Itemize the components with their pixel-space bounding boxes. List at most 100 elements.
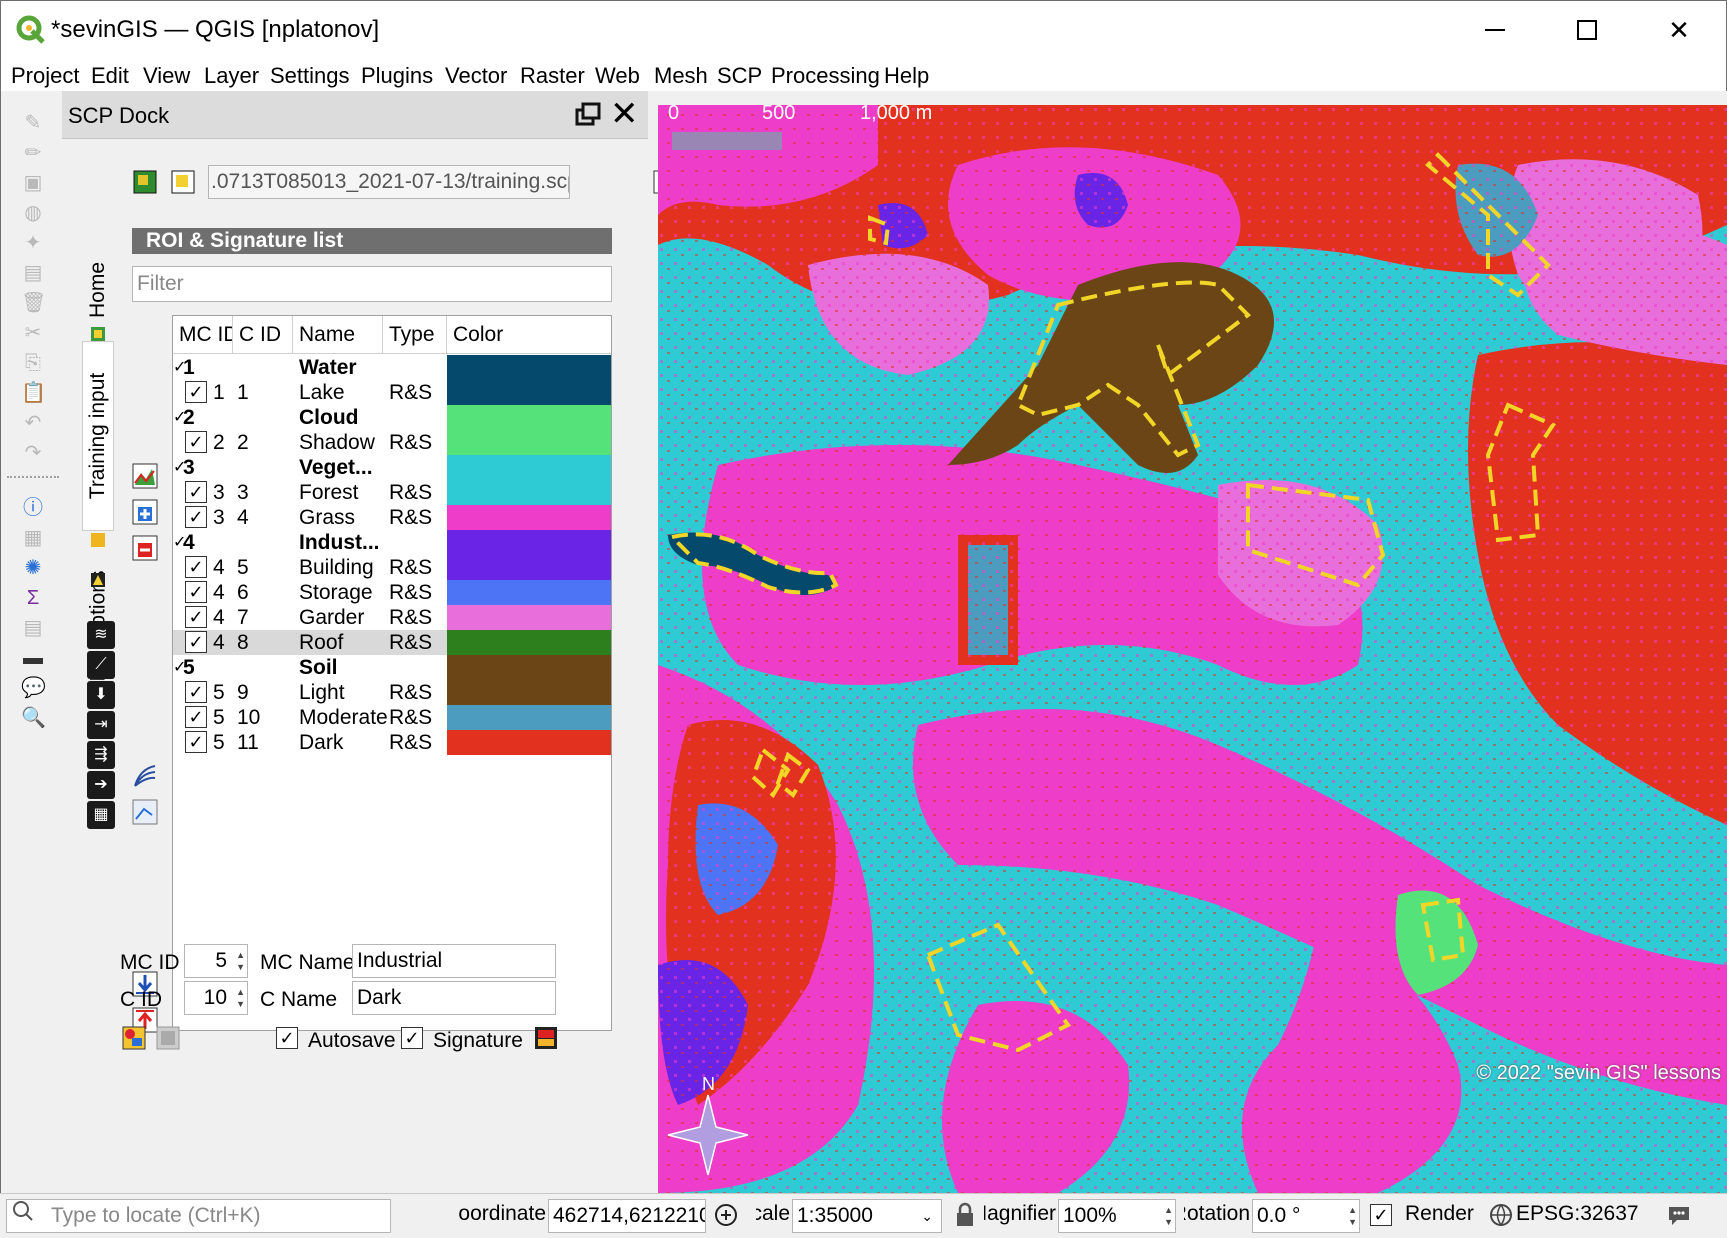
macroclass-name-cell[interactable]: Water — [299, 355, 357, 380]
coordinate-field[interactable]: 462714,6212210 — [548, 1199, 706, 1233]
color-swatch[interactable] — [447, 680, 611, 705]
postprocessing-icon[interactable]: ➔ — [87, 771, 115, 799]
statistics-icon[interactable]: ▤ — [21, 616, 45, 640]
class-checkbox[interactable]: ✓ — [185, 381, 207, 403]
color-swatch[interactable] — [447, 380, 611, 405]
color-swatch[interactable] — [447, 605, 611, 630]
locator-search-input[interactable]: Type to locate (Ctrl+K) — [6, 1199, 391, 1233]
band-processing-icon[interactable]: ⇶ — [87, 741, 115, 769]
class-row[interactable]: ✓ 5 11 Dark R&S — [173, 730, 611, 755]
paste-features-icon[interactable]: 📋 — [21, 381, 46, 405]
signature-checkbox[interactable]: ✓ — [401, 1027, 423, 1049]
class-row[interactable]: ✓ 1 1 Lake R&S — [173, 380, 611, 405]
menu-scp[interactable]: SCP — [717, 61, 762, 91]
menu-vector[interactable]: Vector — [445, 61, 507, 91]
merge-signatures-icon[interactable] — [132, 499, 158, 525]
undo-save-roi-icon[interactable] — [156, 1026, 180, 1050]
new-training-file-icon[interactable] — [132, 169, 158, 195]
class-name-cell[interactable]: Lake — [299, 380, 387, 405]
map-canvas[interactable]: N — [658, 105, 1727, 1193]
crs-globe-icon[interactable] — [1488, 1202, 1514, 1228]
class-row[interactable]: ✓ 3 4 Grass R&S — [173, 505, 611, 530]
vertex-tool-icon[interactable]: ✦ — [21, 231, 45, 255]
color-swatch[interactable] — [447, 480, 611, 505]
save-roi-icon[interactable] — [122, 1026, 146, 1050]
current-edits-icon[interactable]: ✎ — [21, 111, 45, 135]
menu-plugins[interactable]: Plugins — [361, 61, 433, 91]
macroclass-row[interactable]: ✓ 4 Indust... — [173, 530, 611, 555]
class-row[interactable]: ✓ 5 9 Light R&S — [173, 680, 611, 705]
class-checkbox[interactable]: ✓ — [185, 581, 207, 603]
menu-processing[interactable]: Processing — [771, 61, 880, 91]
messages-icon[interactable] — [1666, 1202, 1692, 1228]
class-name-cell[interactable]: Shadow — [299, 430, 387, 455]
class-name-cell[interactable]: Storage — [299, 580, 387, 605]
macroclass-row[interactable]: ✓ 1 Water — [173, 355, 611, 380]
color-swatch[interactable] — [447, 580, 611, 605]
render-checkbox[interactable]: ✓ — [1370, 1204, 1392, 1226]
macroclass-row[interactable]: ✓ 3 Veget... — [173, 455, 611, 480]
macroclass-name-cell[interactable]: Indust... — [299, 530, 380, 555]
close-window-button[interactable]: ✕ — [1645, 5, 1713, 55]
macroclass-name-cell[interactable]: Cloud — [299, 405, 358, 430]
color-swatch[interactable] — [447, 705, 611, 730]
close-dock-icon[interactable]: ✕ — [610, 97, 639, 131]
spin-arrows-icon[interactable]: ▲ ▼ — [1348, 1204, 1357, 1228]
class-checkbox[interactable]: ✓ — [185, 481, 207, 503]
menu-settings[interactable]: Settings — [270, 61, 350, 91]
float-dock-icon[interactable] — [574, 101, 602, 129]
color-swatch[interactable] — [447, 555, 611, 580]
spin-arrows-icon[interactable]: ▲ ▼ — [236, 949, 245, 973]
class-name-cell[interactable]: Garder — [299, 605, 387, 630]
field-calculator-sigma-icon[interactable]: Σ — [21, 586, 45, 610]
class-checkbox[interactable]: ✓ — [185, 731, 207, 753]
color-swatch[interactable] — [447, 530, 611, 555]
spectral-plot-icon[interactable]: ⟋ — [87, 651, 115, 679]
menu-project[interactable]: Project — [11, 61, 79, 91]
rotation-spinbox[interactable]: 0.0 ° ▲ ▼ — [1252, 1199, 1360, 1233]
class-name-cell[interactable]: Grass — [299, 505, 387, 530]
class-row[interactable]: ✓ 5 10 Moderate R&S — [173, 705, 611, 730]
save-edits-icon[interactable]: ▣ — [21, 171, 45, 195]
filter-input[interactable]: Filter — [132, 266, 612, 302]
identify-icon[interactable]: ⓘ — [21, 496, 45, 520]
undo-icon[interactable]: ↶ — [21, 411, 45, 435]
class-row[interactable]: ✓ 2 2 Shadow R&S — [173, 430, 611, 455]
macroclass-row[interactable]: ✓ 5 Soil — [173, 655, 611, 680]
color-swatch[interactable] — [447, 655, 611, 680]
calculate-signature-icon[interactable] — [534, 1026, 558, 1050]
attribute-table-icon[interactable]: ▦ — [21, 526, 45, 550]
color-swatch[interactable] — [447, 355, 611, 380]
menu-mesh[interactable]: Mesh — [654, 61, 708, 91]
color-swatch[interactable] — [447, 505, 611, 530]
menu-help[interactable]: Help — [884, 61, 929, 91]
class-name-cell[interactable]: Light — [299, 680, 387, 705]
modify-attributes-icon[interactable]: ▤ — [21, 261, 45, 285]
coordinate-toggle-icon[interactable] — [713, 1202, 739, 1228]
color-swatch[interactable] — [447, 730, 611, 755]
redo-icon[interactable]: ↷ — [21, 441, 45, 465]
maximize-button[interactable] — [1553, 5, 1621, 55]
map-tips-icon[interactable]: 💬 — [21, 676, 46, 700]
class-checkbox[interactable]: ✓ — [185, 706, 207, 728]
mc-name-field[interactable]: Industrial — [352, 944, 556, 978]
crs-label[interactable]: EPSG:32637 — [1516, 1202, 1639, 1226]
training-file-path[interactable]: .0713T085013_2021-07-13/training.scp — [208, 165, 570, 199]
add-feature-icon[interactable]: ◍ — [21, 201, 45, 225]
lock-scale-icon[interactable] — [952, 1202, 978, 1228]
preprocessing-icon[interactable]: ⇥ — [87, 711, 115, 739]
macroclass-name-cell[interactable]: Soil — [299, 655, 338, 680]
color-swatch[interactable] — [447, 430, 611, 455]
class-name-cell[interactable]: Dark — [299, 730, 387, 755]
tab-home[interactable]: Home — [82, 255, 114, 325]
class-checkbox[interactable]: ✓ — [185, 506, 207, 528]
class-checkbox[interactable]: ✓ — [185, 556, 207, 578]
class-row[interactable]: ✓ 4 5 Building R&S — [173, 555, 611, 580]
roi-signature-table[interactable]: MC ID C ID Name Type Color ✓ 1 Water ✓ 1 1 Lak… — [172, 315, 612, 1031]
tab-training-input[interactable]: Training input — [82, 341, 114, 531]
c-name-field[interactable]: Dark — [352, 981, 556, 1015]
class-checkbox[interactable]: ✓ — [185, 681, 207, 703]
magnifier-spinbox[interactable]: 100% ▲ ▼ — [1058, 1199, 1176, 1233]
copy-features-icon[interactable]: ⎘ — [21, 351, 45, 375]
column-header-color[interactable]: Color — [447, 316, 611, 354]
